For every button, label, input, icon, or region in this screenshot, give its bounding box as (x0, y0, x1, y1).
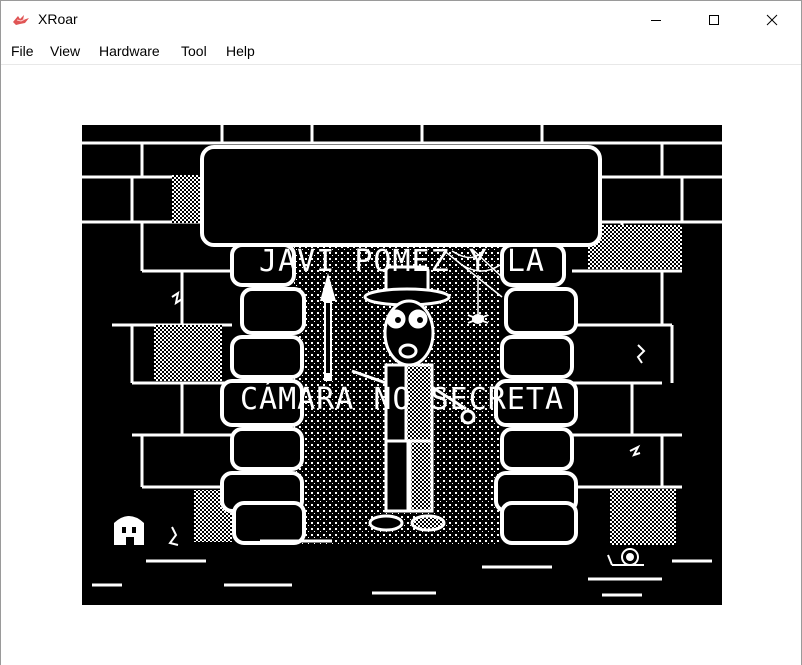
xroar-dragon-icon (13, 15, 29, 25)
floor-lines (92, 539, 712, 597)
maximize-button[interactable] (685, 1, 743, 39)
crack-icon (168, 526, 179, 546)
dithered-brick (172, 175, 200, 223)
emulated-screen[interactable]: JAVI PÓMEZ Y LA CÁMARA NO SECRETA (82, 125, 722, 605)
menu-bar: File View Hardware Tool Help (1, 39, 801, 65)
close-button[interactable] (743, 1, 801, 39)
menu-tool[interactable]: Tool (180, 43, 208, 59)
mousehole-icon (114, 516, 144, 545)
xroar-window: XRoar File View Hardware Tool Help JAVI … (0, 0, 802, 665)
game-title-line-2: CÁMARA NO SECRETA (239, 382, 565, 417)
menu-view[interactable]: View (49, 43, 81, 59)
emulator-display-area[interactable]: JAVI PÓMEZ Y LA CÁMARA NO SECRETA (1, 65, 801, 665)
window-title: XRoar (38, 11, 78, 27)
menu-help[interactable]: Help (225, 43, 256, 59)
maximize-icon (709, 15, 719, 25)
title-bar[interactable]: XRoar (1, 1, 801, 39)
snail-icon (607, 548, 644, 566)
close-icon (766, 14, 778, 26)
crack-icon (629, 444, 641, 457)
dithered-brick (610, 489, 676, 545)
dithered-brick (588, 225, 682, 269)
game-title-line-1: JAVI PÓMEZ Y LA (259, 244, 545, 279)
minimize-button[interactable] (627, 1, 685, 39)
crack-icon (636, 344, 646, 364)
menu-file[interactable]: File (10, 43, 35, 59)
game-title: JAVI PÓMEZ Y LA CÁMARA NO SECRETA (202, 147, 602, 515)
menu-hardware[interactable]: Hardware (98, 43, 161, 59)
minimize-icon (651, 20, 661, 21)
